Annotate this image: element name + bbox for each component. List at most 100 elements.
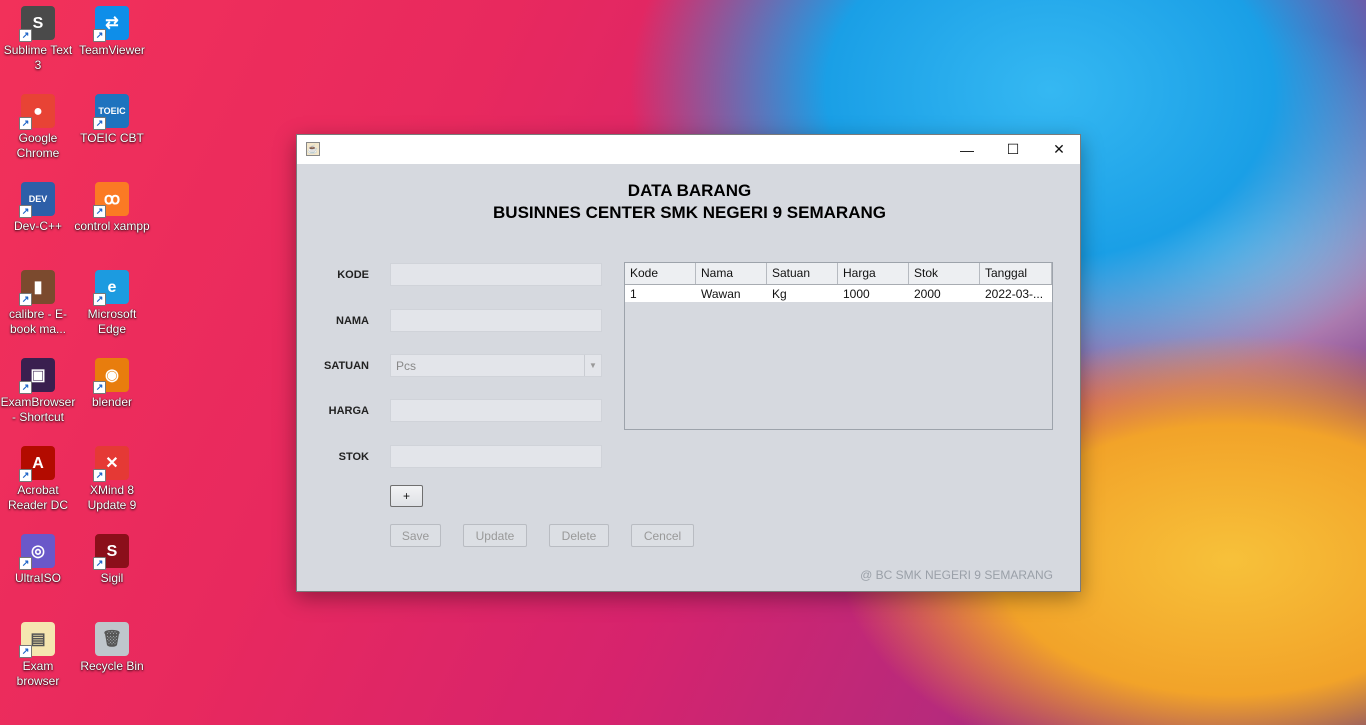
- desktop-shortcut-label: control xampp: [74, 219, 150, 233]
- window-titlebar[interactable]: ☕ — ☐ ✕: [297, 135, 1080, 164]
- satuan-label: SATUAN: [323, 360, 369, 372]
- desktop-shortcut[interactable]: S ↗ Sublime Text 3: [0, 6, 76, 73]
- edge-icon: e ↗: [93, 270, 129, 306]
- desktop-shortcut[interactable]: DEV ↗ Dev-C++: [0, 182, 76, 234]
- table-cell: 2022-03-...: [985, 287, 1044, 301]
- column-header[interactable]: Kode: [625, 263, 696, 284]
- update-button[interactable]: Update: [463, 524, 527, 547]
- close-button[interactable]: ✕: [1036, 135, 1082, 164]
- desktop-shortcut-label: Microsoft Edge: [87, 307, 137, 336]
- shortcut-arrow-icon: ↗: [19, 205, 32, 218]
- desktop-shortcut[interactable]: ▣ ↗ ExamBrowser - Shortcut: [0, 358, 76, 425]
- table-row[interactable]: 1 Wawan Kg 1000 2000 2022-03-...: [625, 285, 1052, 302]
- exam-file-icon: ▤ ↗: [19, 622, 55, 658]
- footer-credit: @ BC SMK NEGERI 9 SEMARANG: [860, 568, 1053, 582]
- shortcut-arrow-icon: ↗: [93, 29, 106, 42]
- desktop-shortcut[interactable]: ⇄ ↗ TeamViewer: [74, 6, 150, 58]
- table-cell: 2000: [914, 287, 941, 301]
- chrome-icon: ● ↗: [19, 94, 55, 130]
- recycle-bin-icon: 🗑: [95, 622, 129, 656]
- desktop-shortcut-label: Exam browser: [16, 659, 60, 688]
- column-header[interactable]: Satuan: [767, 263, 838, 284]
- satuan-selected-value: Pcs: [396, 359, 417, 373]
- desktop-shortcut[interactable]: TOEIC ↗ TOEIC CBT: [74, 94, 150, 146]
- desktop-shortcut[interactable]: ✕ ↗ XMind 8 Update 9: [74, 446, 150, 513]
- table-header: Kode Nama Satuan Harga Stok Tanggal: [625, 263, 1052, 285]
- blender-icon: ◉ ↗: [93, 358, 129, 394]
- column-header[interactable]: Nama: [696, 263, 767, 284]
- column-header[interactable]: Harga: [838, 263, 909, 284]
- title-line-2: BUSINNES CENTER SMK NEGERI 9 SEMARANG: [493, 203, 886, 222]
- devcpp-icon: DEV ↗: [19, 182, 55, 218]
- stok-field[interactable]: [390, 445, 602, 468]
- xampp-icon: ꝏ ↗: [93, 182, 129, 218]
- exambrowser-icon: ▣ ↗: [19, 358, 55, 394]
- save-button[interactable]: Save: [390, 524, 441, 547]
- desktop-shortcut-label: calibre - E-book ma...: [8, 307, 67, 336]
- shortcut-arrow-icon: ↗: [93, 469, 106, 482]
- teamviewer-icon: ⇄ ↗: [93, 6, 129, 42]
- data-barang-window: ☕ — ☐ ✕ DATA BARANG BUSINNES CENTER SMK …: [296, 134, 1081, 592]
- shortcut-arrow-icon: ↗: [93, 205, 106, 218]
- shortcut-arrow-icon: ↗: [19, 293, 32, 306]
- desktop-shortcut-label: ExamBrowser - Shortcut: [0, 395, 76, 424]
- column-header[interactable]: Stok: [909, 263, 980, 284]
- cancel-button[interactable]: Cencel: [631, 524, 694, 547]
- sigil-icon: S ↗: [93, 534, 129, 570]
- shortcut-arrow-icon: ↗: [19, 645, 32, 658]
- satuan-select[interactable]: Pcs ▼: [390, 354, 602, 377]
- desktop-shortcut[interactable]: ◉ ↗ blender: [74, 358, 150, 410]
- nama-label: NAMA: [336, 315, 369, 327]
- table-cell: Wawan: [701, 287, 741, 301]
- table-cell: 1000: [843, 287, 870, 301]
- desktop-shortcut[interactable]: ▤ ↗ Exam browser: [0, 622, 76, 689]
- nama-field[interactable]: [390, 309, 602, 332]
- table-cell: 1: [630, 287, 637, 301]
- maximize-button[interactable]: ☐: [990, 135, 1036, 164]
- toeic-icon: TOEIC ↗: [93, 94, 129, 130]
- desktop-shortcut[interactable]: ● ↗ Google Chrome: [0, 94, 76, 161]
- shortcut-arrow-icon: ↗: [93, 557, 106, 570]
- minimize-button[interactable]: —: [944, 135, 990, 164]
- kode-label: KODE: [337, 269, 369, 281]
- add-button[interactable]: +: [390, 485, 423, 507]
- desktop-shortcut-label: blender: [91, 395, 133, 409]
- harga-field[interactable]: [390, 399, 602, 422]
- stok-label: STOK: [338, 451, 369, 463]
- ultraiso-icon: ◎ ↗: [19, 534, 55, 570]
- desktop-shortcut[interactable]: A ↗ Acrobat Reader DC: [0, 446, 76, 513]
- sublime-text-icon: S ↗: [19, 6, 55, 42]
- title-line-1: DATA BARANG: [627, 181, 752, 200]
- desktop-shortcut-label: XMind 8 Update 9: [87, 483, 137, 512]
- desktop-shortcut[interactable]: S ↗ Sigil: [74, 534, 150, 586]
- desktop-shortcut[interactable]: ▮ ↗ calibre - E-book ma...: [0, 270, 76, 337]
- column-header[interactable]: Tanggal: [980, 263, 1052, 284]
- desktop-shortcut[interactable]: ꝏ ↗ control xampp: [74, 182, 150, 234]
- shortcut-arrow-icon: ↗: [19, 557, 32, 570]
- desktop-shortcut[interactable]: ◎ ↗ UltraISO: [0, 534, 76, 586]
- data-table[interactable]: Kode Nama Satuan Harga Stok Tanggal 1 Wawan Kg 1…: [624, 262, 1053, 430]
- desktop-shortcut-label: Google Chrome: [16, 131, 60, 160]
- desktop-shortcut-label: Sigil: [100, 571, 124, 585]
- shortcut-arrow-icon: ↗: [93, 117, 106, 130]
- desktop-shortcut-label: TOEIC CBT: [80, 131, 144, 145]
- shortcut-arrow-icon: ↗: [93, 293, 106, 306]
- desktop-shortcut-label: Recycle Bin: [80, 659, 144, 673]
- shortcut-arrow-icon: ↗: [19, 469, 32, 482]
- table-cell: Kg: [772, 287, 787, 301]
- desktop-shortcut[interactable]: e ↗ Microsoft Edge: [74, 270, 150, 337]
- kode-field[interactable]: [390, 263, 602, 286]
- desktop-shortcut-label: TeamViewer: [79, 43, 145, 57]
- harga-label: HARGA: [328, 405, 369, 417]
- java-app-icon: ☕: [306, 142, 320, 156]
- page-title: DATA BARANG BUSINNES CENTER SMK NEGERI 9…: [297, 180, 1082, 224]
- chevron-down-icon[interactable]: ▼: [584, 355, 601, 376]
- shortcut-arrow-icon: ↗: [19, 117, 32, 130]
- desktop-shortcut-label: Acrobat Reader DC: [7, 483, 69, 512]
- delete-button[interactable]: Delete: [549, 524, 609, 547]
- xmind-icon: ✕ ↗: [93, 446, 129, 482]
- table-body: 1 Wawan Kg 1000 2000 2022-03-...: [625, 285, 1052, 302]
- desktop-shortcut[interactable]: 🗑 Recycle Bin: [74, 622, 150, 674]
- shortcut-arrow-icon: ↗: [93, 381, 106, 394]
- acrobat-icon: A ↗: [19, 446, 55, 482]
